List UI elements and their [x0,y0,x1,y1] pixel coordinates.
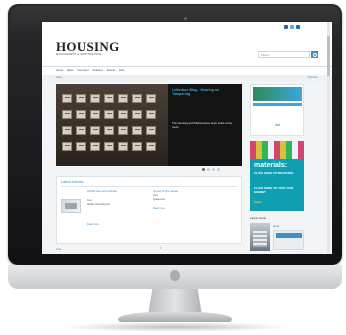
letterbox-image [132,126,142,135]
letterbox-image [90,126,100,135]
slider-dot[interactable] [217,168,220,171]
site-tagline: MANAGEMENT & MAINTENANCE [56,53,102,56]
letterbox-image [132,94,142,103]
article-title[interactable]: Quote of the Week [153,189,237,194]
divider [61,186,237,187]
letterbox-image [118,126,128,135]
latest-issue-heading: Latest Issue [250,216,267,220]
letterbox-image [132,110,142,119]
hero-caption: Letterbox Blog - Hearing on Tampering Th… [168,84,242,166]
letterbox-image [62,142,72,151]
site-logo[interactable]: HOUSING [56,40,120,53]
nav-item-events[interactable]: Events [107,68,115,74]
article-thumbnail[interactable] [61,199,81,213]
social-links [284,25,300,29]
nav-item-home[interactable]: Home [56,68,63,74]
letterbox-image [104,142,114,151]
site-topbar [42,22,332,36]
letterbox-image [118,110,128,119]
read-more-link[interactable]: Read more [153,207,165,210]
breadcrumb[interactable]: Home [56,76,62,79]
letterbox-image [104,126,114,135]
advert-date: Dates [254,200,262,204]
search-icon[interactable] [311,51,318,58]
letterbox-image [146,94,156,103]
letterbox-image [146,126,156,135]
letterbox-image [104,110,114,119]
letterbox-image [146,110,156,119]
letterbox-image [76,142,86,151]
register-link[interactable]: CLICK HERE TO REGISTER [254,171,302,176]
linkedin-icon[interactable] [296,25,300,29]
hero-image [56,84,168,166]
letterbox-image [146,142,156,151]
latest-articles-heading: Latest Articles [61,180,84,184]
letterbox-image [118,142,128,151]
nav-item-comment[interactable]: Comment [77,68,88,74]
letterbox-image [62,110,72,119]
letterbox-image [76,110,86,119]
letterbox-image [76,126,86,135]
letterbox-image [132,142,142,151]
webcam-icon [184,17,187,20]
stand-shadow [60,322,290,332]
sidebar-advert[interactable]: Ad [250,84,304,136]
issue-link[interactable]: Read [273,225,279,228]
letterbox-image [90,110,100,119]
hero-title[interactable]: Letterbox Blog - Hearing on Tampering [172,88,238,97]
letterbox-image [62,94,72,103]
twitter-icon[interactable] [290,25,294,29]
letterbox-image [62,126,72,135]
article-summary: Article summary text. [87,203,111,206]
article-link[interactable]: Link [56,247,61,251]
letterbox-image [104,94,114,103]
exhibit-link[interactable]: CLICK HERE TO VISIT OUR EXHIBIT [254,186,302,194]
letterbox-image [76,94,86,103]
nav-item-jobs[interactable]: Jobs [119,68,124,74]
article-date: Date [87,199,93,202]
breadcrumb-bar: Home Subscribe [42,75,332,81]
sidebar-advert-small[interactable] [273,230,304,250]
hero-slider[interactable]: Letterbox Blog - Hearing on Tampering Th… [56,84,242,166]
slider-pagination [202,168,220,171]
slider-dot[interactable] [207,168,210,171]
materials-advert[interactable]: materials: CLICK HERE TO REGISTER CLICK … [250,141,304,211]
advert-banner-image [253,87,302,101]
advert-headline: materials: [254,162,288,169]
advert-brand: Ad [275,123,280,127]
site-header: HOUSING MANAGEMENT & MAINTENANCE Search [42,36,332,66]
hero-summary: The Housing and Maintenance team looks a… [172,121,233,129]
apple-logo-icon [170,270,180,281]
advert-stripe [253,103,302,106]
pagination[interactable]: 1 [160,247,161,250]
letterbox-image [90,94,100,103]
letterbox-image [118,94,128,103]
article-summary: Quote text. [153,198,166,201]
facebook-icon[interactable] [284,25,288,29]
article-title[interactable]: Article title and subtitle [87,189,143,194]
slider-dot[interactable] [212,168,215,171]
nav-item-news[interactable]: News [67,68,74,74]
latest-articles-panel: Latest Articles Article title and subtit… [56,176,242,244]
article-date: Date [153,194,159,197]
read-more-link[interactable]: Read more [87,223,99,226]
browser-screen: HOUSING MANAGEMENT & MAINTENANCE Search … [42,22,332,254]
advert-pattern [250,141,304,159]
subscribe-link[interactable]: Subscribe [307,76,318,79]
monitor-stand-foot [118,312,232,322]
nav-item-features[interactable]: Features [93,68,103,74]
letterbox-image [90,142,100,151]
issue-cover-image[interactable] [250,223,270,251]
search-input[interactable]: Search [258,51,310,58]
scrollbar-thumb[interactable] [327,36,330,76]
slider-dot[interactable] [202,168,205,171]
